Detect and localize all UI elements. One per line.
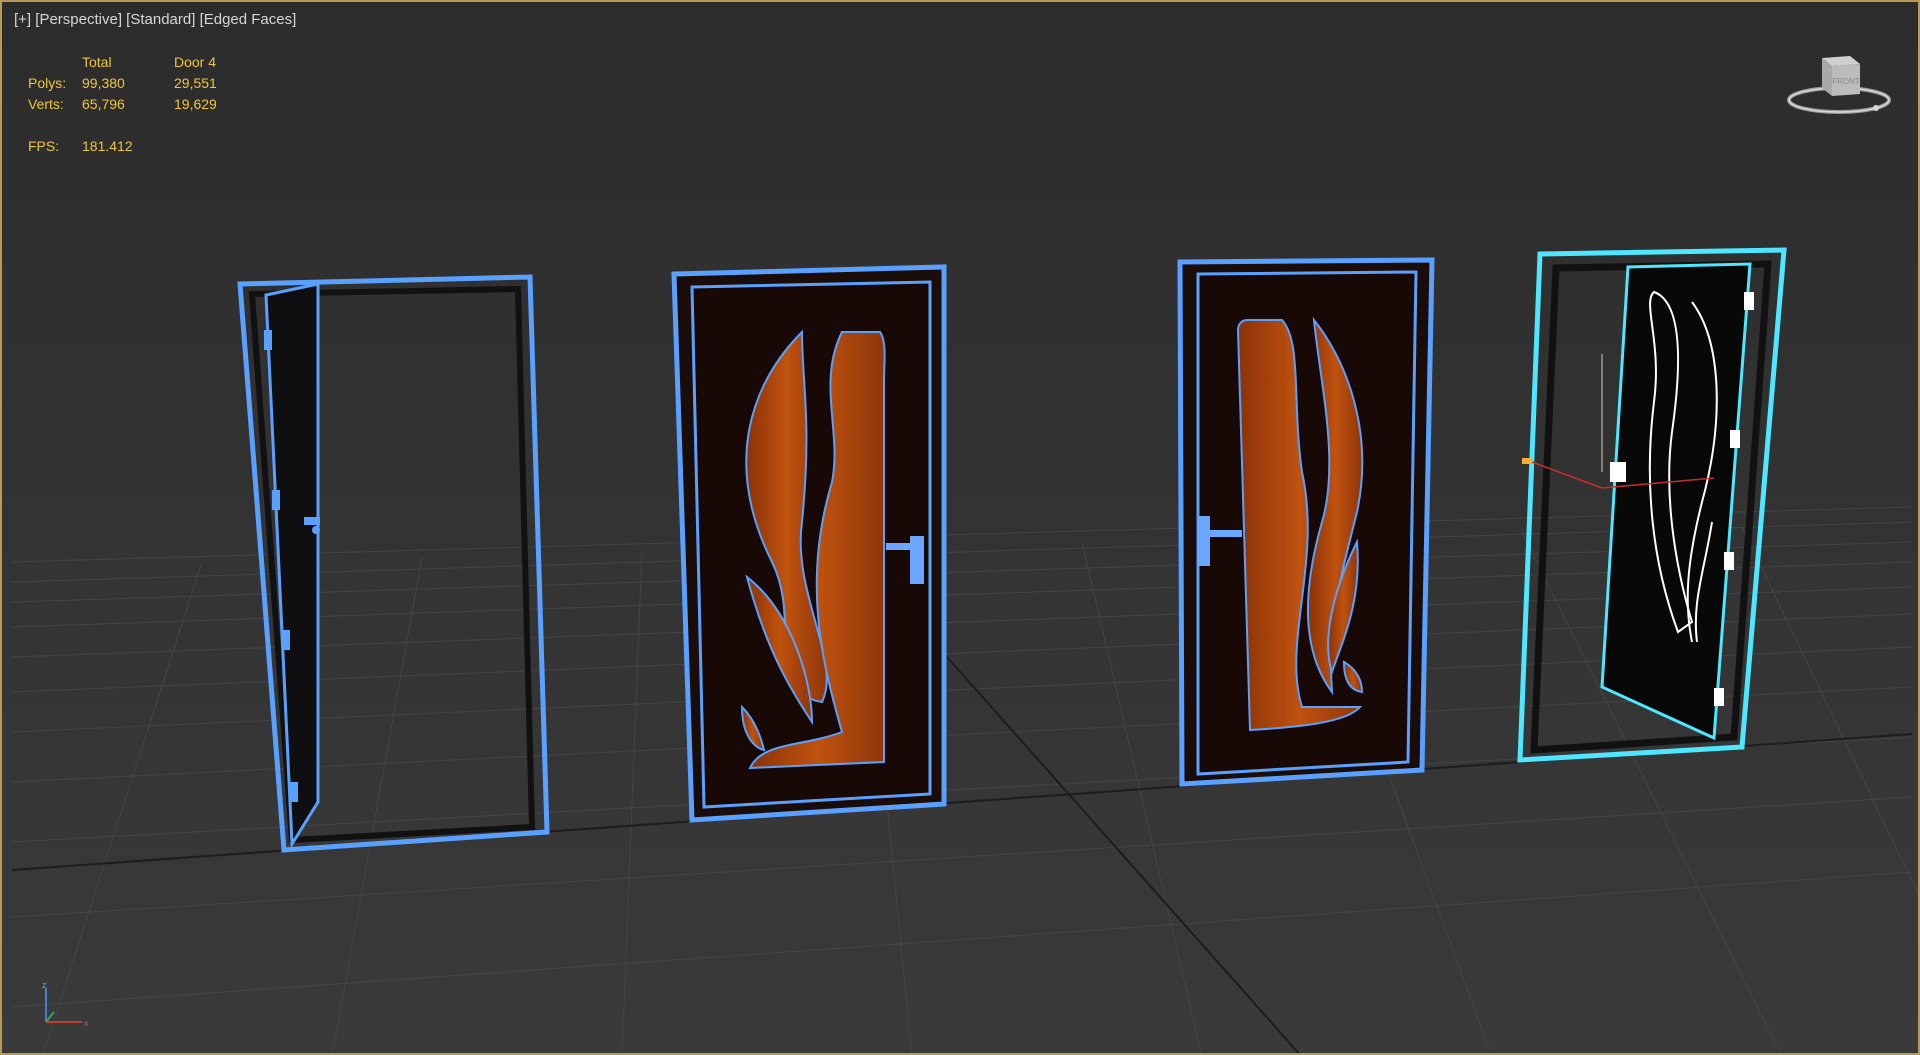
scene-3d[interactable] (2, 2, 1920, 1055)
fps-value: 181.412 (82, 138, 133, 154)
fps-label: FPS: (28, 138, 60, 154)
viewport-menu-display[interactable]: [Edged Faces] (200, 11, 297, 28)
viewport-menu-view[interactable]: [Perspective] (35, 11, 122, 28)
stats-header-selected: Door 4 (174, 54, 217, 70)
viewport-menu-shading[interactable]: [Standard] (126, 11, 195, 28)
axis-x-label: x (84, 1018, 89, 1028)
perspective-viewport[interactable]: [+] [Perspective] [Standard] [Edged Face… (0, 0, 1920, 1055)
stats-label: Polys: (28, 75, 67, 91)
statistics-overlay: Total Door 4 Polys: 99,380 29,551 Verts:… (28, 52, 254, 157)
stats-total-value: 65,796 (82, 96, 125, 112)
stats-header-total: Total (82, 54, 112, 70)
axis-z-label: z (42, 982, 47, 990)
door-3-closed[interactable] (1177, 257, 1435, 787)
stats-total-value: 99,380 (82, 75, 125, 91)
door-2-closed[interactable] (671, 264, 947, 823)
stats-selected-value: 29,551 (174, 75, 217, 91)
stats-row-verts: Verts: 65,796 19,629 (28, 94, 254, 115)
stats-row-polys: Polys: 99,380 29,551 (28, 73, 254, 94)
viewcube-icon[interactable]: FRONT (1784, 50, 1894, 120)
stats-label: Verts: (28, 96, 64, 112)
viewcube-face-label: FRONT (1832, 77, 1860, 86)
door-handle-icon (1610, 462, 1626, 482)
stats-row-fps: FPS: 181.412 (28, 136, 254, 157)
stats-header-row: Total Door 4 (28, 52, 254, 73)
axis-tripod-icon: z x (42, 982, 89, 1028)
viewport-label-menu[interactable]: [+] [Perspective] [Standard] [Edged Face… (14, 11, 296, 28)
stats-header-blank (28, 52, 82, 73)
stats-selected-value: 19,629 (174, 96, 217, 112)
viewport-menu-general[interactable]: [+] (14, 11, 31, 28)
